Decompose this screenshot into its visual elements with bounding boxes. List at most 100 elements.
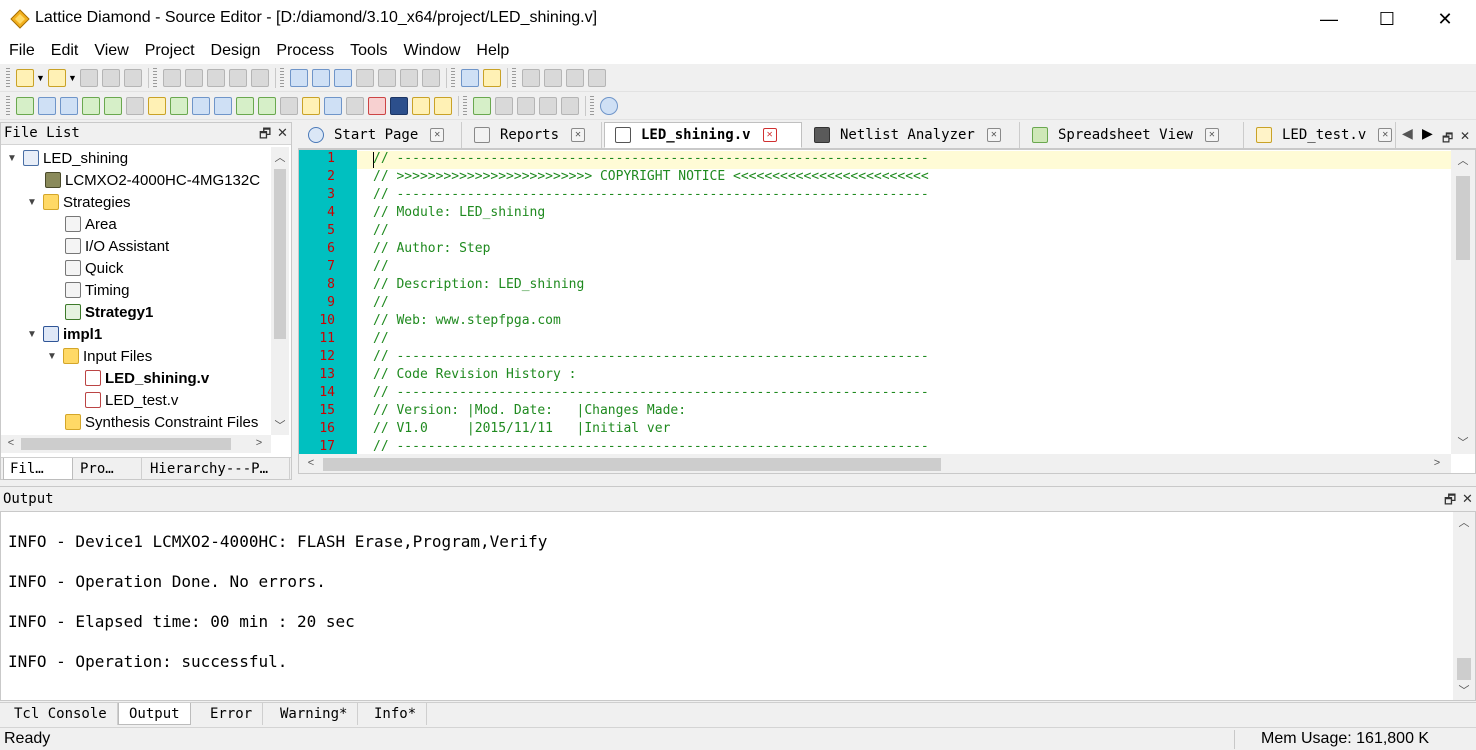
output-console[interactable]: INFO - Device1 LCMXO2-4000HC: FLASH Eras… <box>0 511 1476 701</box>
minimize-button[interactable]: — <box>1306 0 1352 38</box>
toolbar-grip[interactable] <box>512 67 516 88</box>
restore-icon[interactable]: 🗗 <box>1442 129 1453 150</box>
menu-tools[interactable]: Tools <box>342 38 395 64</box>
zoom-fit-icon[interactable] <box>400 68 418 87</box>
analyzer-icon[interactable] <box>390 96 408 115</box>
tab-led-shining-v[interactable]: LED_shining.v ✕ <box>604 122 802 148</box>
reveal-icon[interactable] <box>368 96 386 115</box>
memory-icon[interactable] <box>280 96 298 115</box>
tab-info[interactable]: Info* <box>364 703 428 725</box>
redo-icon[interactable] <box>185 68 203 87</box>
tab-output[interactable]: Output <box>118 703 191 725</box>
zoom-area-icon[interactable] <box>422 68 440 87</box>
close-icon[interactable]: ✕ <box>1462 491 1473 507</box>
tree-item-input-files[interactable]: ▼ Input Files <box>45 345 152 367</box>
close-icon[interactable]: ✕ <box>571 128 586 142</box>
close-icon[interactable]: ✕ <box>277 125 288 141</box>
editor-horizontal-scrollbar[interactable]: < > <box>299 454 1451 473</box>
chevron-down-icon[interactable]: ▼ <box>36 73 45 83</box>
tree-item-strategy-quick[interactable]: Quick <box>47 257 123 279</box>
tree-item-strategies[interactable]: ▼ Strategies <box>25 191 131 213</box>
menu-window[interactable]: Window <box>396 38 469 64</box>
script-icon[interactable] <box>324 96 342 115</box>
tree-item-strategy1[interactable]: Strategy1 <box>47 301 153 323</box>
refresh-icon[interactable] <box>566 68 584 87</box>
paste-icon[interactable] <box>251 68 269 87</box>
editor-vertical-scrollbar[interactable]: ︿ ﹀ <box>1451 150 1475 454</box>
print-icon[interactable] <box>124 68 142 87</box>
scroll-up-icon[interactable]: ︿ <box>1456 514 1472 530</box>
package-view-icon[interactable] <box>38 96 56 115</box>
chevron-down-icon[interactable]: ▼ <box>25 197 39 208</box>
zoom-out-icon[interactable] <box>378 68 396 87</box>
toolbar-grip[interactable] <box>451 67 455 88</box>
scrollbar-thumb[interactable] <box>323 458 941 471</box>
tree-item-project[interactable]: ▼ LED_shining <box>5 147 128 169</box>
close-window-button[interactable]: ✕ <box>1422 0 1468 38</box>
layout-left-icon[interactable] <box>473 96 491 115</box>
tab-led-test-v[interactable]: LED_test.v ✕ <box>1246 122 1396 148</box>
tab-scroll-left-icon[interactable]: ◀ <box>1402 125 1413 142</box>
scroll-down-icon[interactable]: ﹀ <box>1455 434 1471 450</box>
scrollbar-thumb[interactable] <box>274 169 286 339</box>
toolbar-grip[interactable] <box>463 95 467 116</box>
chevron-down-icon[interactable]: ▼ <box>45 351 59 362</box>
layout-tile-icon[interactable] <box>561 96 579 115</box>
image-view-icon[interactable] <box>483 68 501 87</box>
close-icon[interactable]: ✕ <box>1204 128 1219 142</box>
tab-warning[interactable]: Warning* <box>270 703 359 725</box>
scroll-up-icon[interactable]: ︿ <box>272 149 288 165</box>
close-icon[interactable]: ✕ <box>762 128 777 142</box>
tab-scroll-right-icon[interactable]: ▶ <box>1422 125 1433 142</box>
settings-icon[interactable] <box>346 96 364 115</box>
power-icon[interactable] <box>192 96 210 115</box>
simulation-icon[interactable] <box>258 96 276 115</box>
tab-reports[interactable]: Reports ✕ <box>464 122 602 148</box>
scrollbar-thumb[interactable] <box>1457 658 1471 680</box>
table-icon[interactable] <box>312 68 330 87</box>
tab-spreadsheet-view[interactable]: Spreadsheet View ✕ <box>1022 122 1244 148</box>
scroll-left-icon[interactable]: < <box>3 437 19 449</box>
device-view-icon[interactable] <box>60 96 78 115</box>
tree-item-device[interactable]: LCMXO2-4000HC-4MG132C <box>27 169 260 191</box>
menu-project[interactable]: Project <box>137 38 203 64</box>
tab-tcl-console[interactable]: Tcl Console <box>4 703 118 725</box>
tree-item-strategy-area[interactable]: Area <box>47 213 117 235</box>
menu-edit[interactable]: Edit <box>43 38 87 64</box>
menu-process[interactable]: Process <box>268 38 342 64</box>
physical-view-icon[interactable] <box>214 96 232 115</box>
tree-item-impl1[interactable]: ▼ impl1 <box>25 323 102 345</box>
close-icon[interactable]: ✕ <box>1378 128 1393 142</box>
tab-file-list[interactable]: Fil… <box>3 458 73 480</box>
run-icon[interactable] <box>544 68 562 87</box>
save-icon[interactable] <box>80 68 98 87</box>
menu-view[interactable]: View <box>86 38 136 64</box>
maximize-button[interactable]: ☐ <box>1364 0 1410 38</box>
zoom-in-icon[interactable] <box>356 68 374 87</box>
restore-icon[interactable]: 🗗 <box>259 125 271 147</box>
scroll-down-icon[interactable]: ﹀ <box>272 417 288 433</box>
step-icon[interactable] <box>522 68 540 87</box>
spreadsheet-tool-icon[interactable] <box>16 96 34 115</box>
toolbar-grip[interactable] <box>153 67 157 88</box>
floorplan-icon[interactable] <box>104 96 122 115</box>
scroll-right-icon[interactable]: > <box>1429 457 1445 469</box>
layout-split-icon[interactable] <box>495 96 513 115</box>
menu-file[interactable]: File <box>1 38 43 64</box>
netlist-analyzer-icon[interactable] <box>82 96 100 115</box>
tree-vertical-scrollbar[interactable]: ︿ ﹀ <box>271 147 289 435</box>
menu-help[interactable]: Help <box>468 38 517 64</box>
new-file-icon[interactable] <box>16 68 34 87</box>
scroll-right-icon[interactable]: > <box>251 437 267 449</box>
scrollbar-thumb[interactable] <box>1456 176 1470 260</box>
globe-icon[interactable] <box>600 96 618 115</box>
debug-icon[interactable] <box>302 96 320 115</box>
chip-icon[interactable] <box>126 96 144 115</box>
close-icon[interactable]: ✕ <box>986 128 1001 142</box>
output-vertical-scrollbar[interactable]: ︿ ﹀ <box>1453 512 1475 700</box>
list-view-icon[interactable] <box>461 68 479 87</box>
close-icon[interactable]: ✕ <box>430 128 445 142</box>
route-icon[interactable] <box>236 96 254 115</box>
save-all-icon[interactable] <box>102 68 120 87</box>
tree-horizontal-scrollbar[interactable]: < > <box>1 435 271 453</box>
